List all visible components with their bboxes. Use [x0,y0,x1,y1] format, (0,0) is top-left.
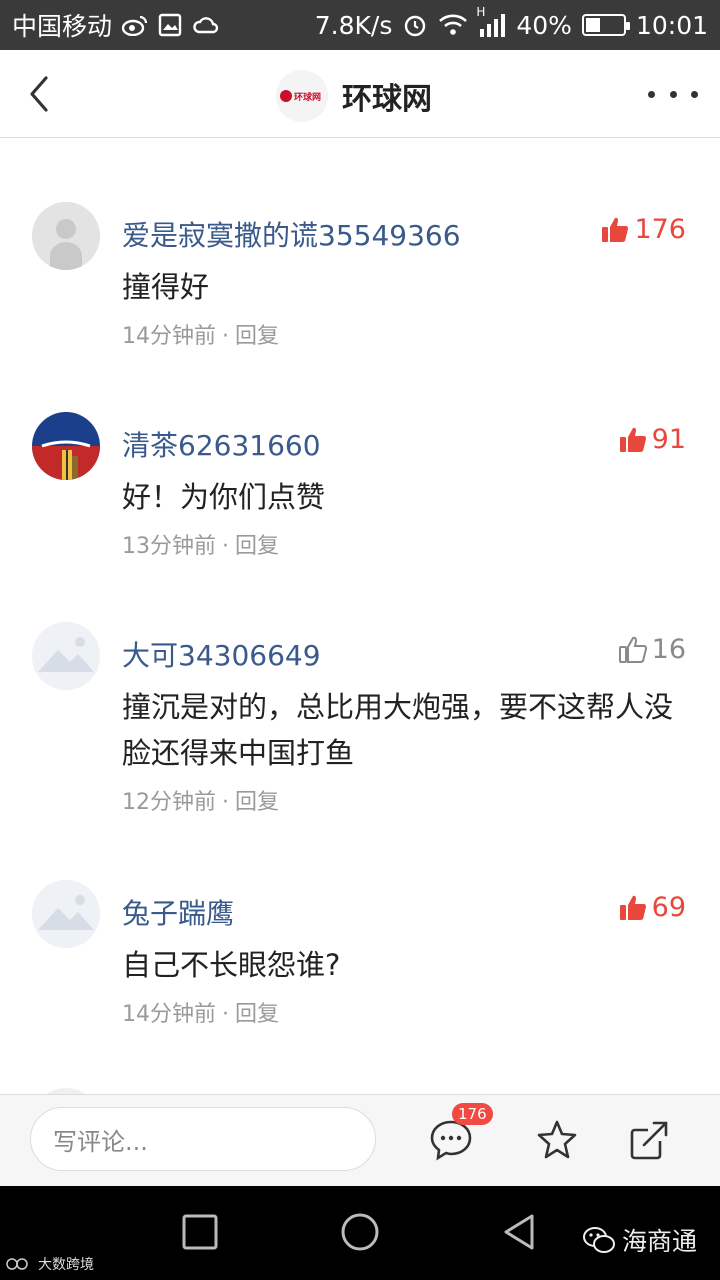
comment-item: 爱是寂寞撒的谎35549366 176 撞得好 14分钟前 · 回复 [0,202,720,402]
default-user-icon [32,202,100,270]
comment-item: 大可34306649 16 撞沉是对的，总比用大炮强，要不这帮人没脸还得来中国打… [0,622,720,862]
comment-time: 12分钟前 [122,790,216,815]
reply-link[interactable]: 回复 [235,534,279,559]
more-dot-icon [691,90,698,98]
page-title: 环球网 [342,82,432,117]
battery-icon [581,14,630,36]
like-button[interactable]: 91 [618,424,686,455]
comment-username[interactable]: 爱是寂寞撒的谎35549366 [122,214,461,254]
comment-meta: 12分钟前 · 回复 [122,790,280,815]
chevron-left-icon [30,76,48,112]
watermark-left-text: 大数跨境 [38,1257,94,1273]
thumbs-up-filled-icon [619,895,646,920]
more-options-button[interactable] [648,82,698,106]
cell-signal-icon: H [476,5,506,37]
like-count: 69 [651,892,686,923]
back-nav-button[interactable] [498,1210,542,1254]
comment-text: 好！为你们点赞 [122,480,326,514]
avatar[interactable] [32,412,100,480]
recent-apps-button[interactable] [178,1210,222,1254]
comment-action-bar: 写评论... 176 [0,1094,720,1186]
huanqiu-logo: 环球网 [276,70,328,122]
square-icon [182,1214,218,1250]
like-button[interactable]: 176 [600,214,686,245]
watermark-logo-icon [6,1258,28,1270]
cloud-icon [192,14,220,36]
comment-username[interactable]: 清茶62631660 [122,424,321,464]
app-header: 环球网 环球网 [0,50,720,138]
like-button[interactable]: 69 [618,892,686,923]
star-icon [537,1120,577,1159]
thumbs-up-filled-icon [602,217,629,242]
user-photo-icon [32,412,100,480]
reply-link[interactable]: 回复 [235,1002,279,1027]
clock: 10:01 [635,10,708,40]
comment-text: 撞沉是对的，总比用大炮强，要不这帮人没脸还得来中国打鱼 [122,690,674,770]
home-button[interactable] [338,1210,382,1254]
back-button[interactable] [20,72,60,116]
image-placeholder-icon [32,880,100,948]
comment-input[interactable]: 写评论... [30,1107,376,1171]
weibo-icon [122,14,148,36]
comment-item: 兔子踹鹰 69 自己不长眼怨谁? 14分钟前 · 回复 [0,880,720,1080]
avatar[interactable] [32,622,100,690]
signal-type-label: H [476,5,486,19]
share-button[interactable] [626,1117,672,1163]
favorite-button[interactable] [534,1117,580,1163]
gallery-icon [158,13,182,37]
comment-time: 14分钟前 [122,324,216,349]
reply-link[interactable]: 回复 [235,324,279,349]
thumbs-up-outline-icon [618,636,647,663]
alarm-icon [402,12,428,38]
logo-mark-icon [280,90,292,102]
like-count: 16 [651,634,686,665]
watermark-left: 大数跨境 [6,1254,94,1274]
avatar[interactable] [32,880,100,948]
comment-item: 清茶62631660 91 好！为你们点赞 13分钟前 · 回复 [0,412,720,612]
comment-meta: 14分钟前 · 回复 [122,324,280,349]
like-count: 91 [651,424,686,455]
like-button[interactable]: 16 [618,634,686,665]
more-dot-icon [648,90,655,98]
wifi-icon [438,14,468,36]
avatar[interactable] [32,202,100,270]
logo-text: 环球网 [294,92,322,103]
comment-count-badge: 176 [452,1103,493,1125]
comment-username[interactable]: 大可34306649 [122,634,321,674]
watermark-right: 海商通 [582,1222,697,1258]
thumbs-up-filled-icon [619,427,646,452]
share-icon [630,1121,668,1160]
comment-text: 自己不长眼怨谁? [122,948,341,982]
image-placeholder-icon [32,622,100,690]
comment-meta: 13分钟前 · 回复 [122,534,280,559]
comment-list[interactable]: 爱是寂寞撒的谎35549366 176 撞得好 14分钟前 · 回复 清茶62631… [0,138,720,1094]
watermark-right-text: 海商通 [622,1227,698,1256]
more-dot-icon [669,90,677,98]
network-speed: 7.8K/s [314,10,393,40]
like-count: 176 [634,214,686,245]
triangle-back-icon [504,1214,534,1250]
comment-time: 13分钟前 [122,534,216,559]
wechat-icon [583,1227,615,1253]
comment-time: 14分钟前 [122,1002,216,1027]
status-bar: 中国移动 7.8K/s H 40% 10:01 [0,0,720,50]
comment-meta: 14分钟前 · 回复 [122,1002,280,1027]
header-brand: 环球网 环球网 [276,70,432,122]
circle-icon [341,1213,379,1251]
reply-link[interactable]: 回复 [235,790,279,815]
carrier-label: 中国移动 [12,12,113,41]
comment-username[interactable]: 兔子踹鹰 [122,892,234,932]
battery-percent: 40% [516,10,572,40]
comment-text: 撞得好 [122,270,210,304]
